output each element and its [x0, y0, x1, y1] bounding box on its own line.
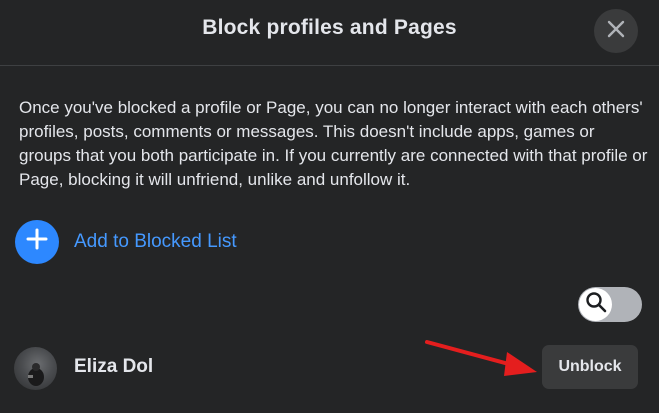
- avatar: [14, 347, 57, 390]
- plus-icon: [26, 228, 48, 255]
- unblock-button[interactable]: Unblock: [542, 345, 638, 389]
- block-profiles-dialog: Block profiles and Pages Once you've blo…: [0, 0, 659, 413]
- close-button[interactable]: [594, 9, 638, 53]
- add-to-blocked-list-label[interactable]: Add to Blocked List: [74, 231, 237, 253]
- dialog-description: Once you've blocked a profile or Page, y…: [19, 98, 648, 189]
- close-icon: [606, 19, 626, 44]
- add-button-circle[interactable]: [15, 219, 59, 264]
- search-toggle[interactable]: [578, 287, 642, 322]
- toggle-knob[interactable]: [579, 288, 612, 321]
- blocked-user-name: Eliza Dol: [74, 356, 154, 377]
- dialog-title: Block profiles and Pages: [202, 16, 457, 39]
- blocked-list-item: Eliza Dol Unblock: [14, 345, 644, 393]
- search-icon: [585, 291, 607, 318]
- dialog-header: Block profiles and Pages: [0, 0, 659, 66]
- add-to-blocked-list-button[interactable]: Add to Blocked List: [15, 219, 237, 264]
